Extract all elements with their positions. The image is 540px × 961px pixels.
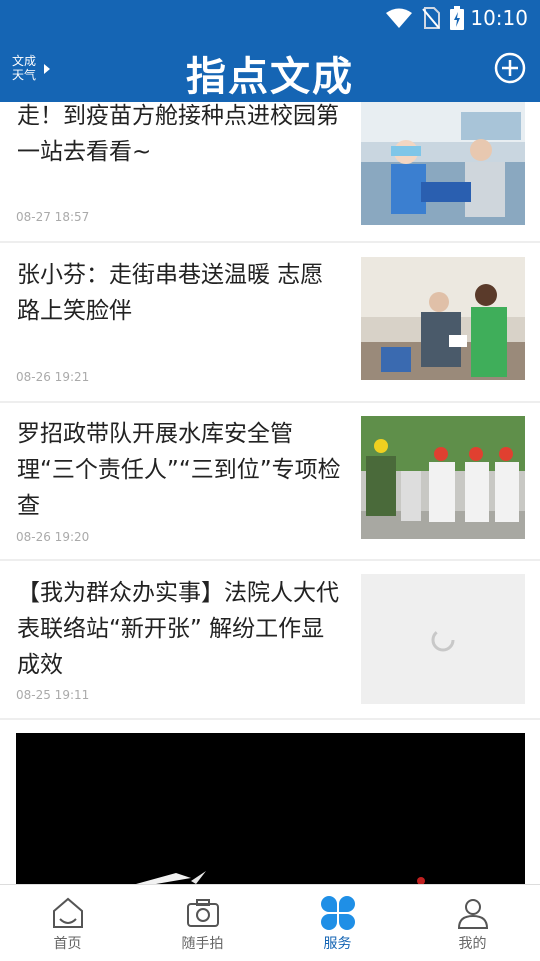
tab-snapshot[interactable]: 随手拍 [135, 885, 270, 961]
news-thumbnail [361, 416, 525, 539]
tab-services[interactable]: 服务 [270, 885, 405, 961]
status-icons [386, 6, 464, 30]
video-player[interactable] [16, 733, 525, 884]
clover-icon [320, 896, 355, 930]
news-item[interactable]: 【我为群众办实事】法院人大代表联络站“新开张” 解纷工作显成效 08-25 19… [0, 561, 540, 720]
news-date: 08-25 19:11 [16, 688, 90, 702]
tab-snapshot-label: 随手拍 [181, 936, 224, 952]
app-title: 指点文成 [186, 54, 354, 100]
tab-services-label: 服务 [323, 936, 352, 952]
news-thumbnail-loading [361, 574, 525, 704]
news-date: 08-27 18:57 [16, 210, 90, 224]
news-date: 08-26 19:20 [16, 530, 90, 544]
no-sim-icon [422, 7, 440, 29]
news-item[interactable]: 走！到疫苗方舱接种点进校园第一站去看看~ 08-27 18:57 [0, 102, 540, 243]
news-title: 走！到疫苗方舱接种点进校园第一站去看看~ [17, 103, 339, 165]
app-bar: 文成 天气 指点文成 [0, 36, 540, 102]
home-icon [52, 897, 83, 928]
news-item[interactable]: 张小芬：走街串巷送温暖 志愿路上笑脸伴 08-26 19:21 [0, 243, 540, 403]
add-circle-icon[interactable] [494, 52, 526, 84]
news-title: 【我为群众办实事】法院人大代表联络站“新开张” 解纷工作显成效 [17, 580, 339, 678]
video-frame [16, 733, 525, 884]
tab-profile[interactable]: 我的 [405, 885, 540, 961]
camera-icon [186, 899, 219, 927]
news-date: 08-26 19:21 [16, 370, 90, 384]
status-bar: 10:10 [0, 0, 540, 36]
news-list[interactable]: 走！到疫苗方舱接种点进校园第一站去看看~ 08-27 18:57 张小芬：走街串… [0, 102, 540, 884]
battery-icon [450, 6, 464, 30]
tab-profile-label: 我的 [458, 936, 487, 952]
news-title: 罗招政带队开展水库安全管理“三个责任人”“三到位”专项检查 [17, 421, 341, 519]
news-title: 张小芬：走街串巷送温暖 志愿路上笑脸伴 [17, 262, 324, 324]
news-thumbnail [361, 102, 525, 225]
user-icon [457, 899, 488, 929]
wifi-icon [386, 8, 412, 28]
status-time: 10:10 [470, 6, 528, 30]
news-thumbnail [361, 257, 525, 380]
bottom-tab-bar: 首页 随手拍 服务 我的 [0, 884, 540, 961]
tab-home[interactable]: 首页 [0, 885, 135, 961]
news-item[interactable]: 罗招政带队开展水库安全管理“三个责任人”“三到位”专项检查 08-26 19:2… [0, 403, 540, 561]
tab-home-label: 首页 [53, 936, 82, 952]
